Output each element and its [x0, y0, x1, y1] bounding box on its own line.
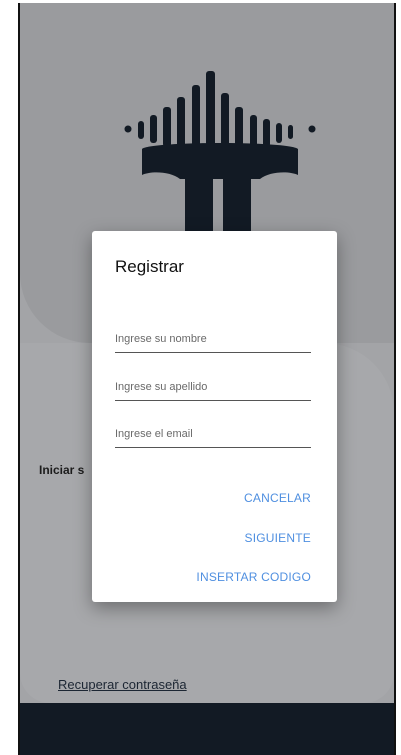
login-label: Iniciar s: [39, 463, 85, 477]
next-button[interactable]: SIGUIENTE: [245, 531, 311, 545]
phone-screen: Iniciar s Recuperar contraseña Registrar…: [18, 3, 396, 755]
cancel-button[interactable]: CANCELAR: [244, 491, 311, 505]
dialog-title: Registrar: [115, 257, 184, 276]
last-name-field[interactable]: [115, 374, 311, 401]
first-name-field[interactable]: [115, 326, 311, 353]
recover-password-link[interactable]: Recuperar contraseña: [58, 677, 187, 692]
email-field[interactable]: [115, 421, 311, 448]
app-logo-icon: [124, 71, 316, 246]
register-dialog: Registrar CANCELAR SIGUIENTE INSERTAR CO…: [92, 231, 337, 602]
footer-bar: [20, 703, 394, 755]
insert-code-button[interactable]: INSERTAR CODIGO: [196, 570, 311, 584]
